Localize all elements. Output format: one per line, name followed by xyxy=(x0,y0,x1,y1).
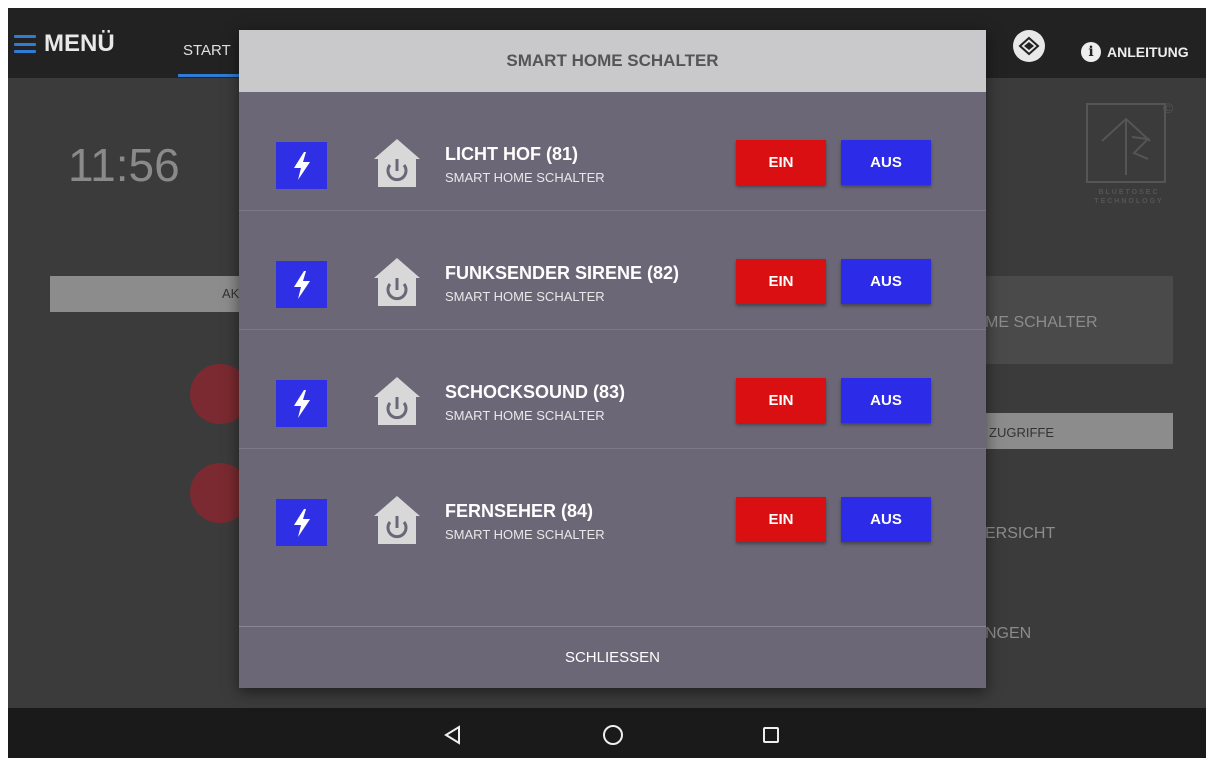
bg-section-bar: AK xyxy=(50,276,250,312)
off-button[interactable]: AUS xyxy=(841,497,931,542)
logo-line1: BLUETOSEC xyxy=(1098,189,1160,196)
off-button[interactable]: AUS xyxy=(841,140,931,185)
tab-active-indicator xyxy=(178,74,248,77)
logo-line2: TECHNOLOGY xyxy=(1094,198,1164,205)
smart-home-dialog: SMART HOME SCHALTER LICHT HOF (81) SMART … xyxy=(239,30,986,688)
logo-brand: BLUETOSEC TECHNOLOGY xyxy=(1083,188,1175,206)
off-button[interactable]: AUS xyxy=(841,378,931,423)
bg-access-label: ZUGRIFFE xyxy=(989,425,1054,440)
switch-subtitle: SMART HOME SCHALTER xyxy=(445,170,605,185)
lightning-bolt-icon xyxy=(276,261,327,308)
house-power-icon xyxy=(372,256,422,308)
house-power-icon xyxy=(372,137,422,189)
switch-title: LICHT HOF (81) xyxy=(445,144,578,164)
recents-square-icon[interactable] xyxy=(756,720,786,750)
bg-section-label: AK xyxy=(222,286,240,301)
bg-smart-home-panel[interactable]: ME SCHALTER xyxy=(983,276,1173,364)
menu-label: MENÜ xyxy=(44,30,115,57)
switch-title: FUNKSENDER SIRENE (82) xyxy=(445,263,680,283)
switch-row: SCHOCKSOUND (83) SMART HOME SCHALTER EIN AU… xyxy=(239,330,986,449)
on-button[interactable]: EIN xyxy=(736,140,826,185)
on-button[interactable]: EIN xyxy=(736,259,826,304)
switch-row: FUNKSENDER SIRENE (82) SMART HOME SCHALTE… xyxy=(239,211,986,330)
layers-icon[interactable] xyxy=(1013,30,1045,62)
dialog-title: SMART HOME SCHALTER xyxy=(239,30,986,92)
tab-start[interactable]: START xyxy=(183,42,231,59)
app-screen: MENÜ START i ANLEITUNG 11:56 AK ME SCHAL… xyxy=(8,8,1206,758)
info-icon: i xyxy=(1081,42,1101,62)
menu-button[interactable]: MENÜ xyxy=(14,30,115,58)
bg-panel-label: ME SCHALTER xyxy=(985,314,1098,331)
house-power-icon xyxy=(372,494,422,546)
system-nav-bar xyxy=(8,708,1206,758)
lightning-bolt-icon xyxy=(276,499,327,546)
switch-row: LICHT HOF (81) SMART HOME SCHALTER EIN AUS xyxy=(239,92,986,211)
logo-mark xyxy=(1086,103,1166,183)
on-button[interactable]: EIN xyxy=(736,378,826,423)
switch-subtitle: SMART HOME SCHALTER xyxy=(445,289,605,304)
company-logo: © BLUETOSEC TECHNOLOGY xyxy=(1083,100,1175,210)
switch-subtitle: SMART HOME SCHALTER xyxy=(445,527,605,542)
logo-copyright: © xyxy=(1163,100,1174,116)
house-power-icon xyxy=(372,375,422,427)
lightning-bolt-icon xyxy=(276,380,327,427)
help-label: ANLEITUNG xyxy=(1107,44,1189,60)
switch-title: FERNSEHER (84) xyxy=(445,501,594,521)
help-button[interactable]: i ANLEITUNG xyxy=(1081,42,1189,62)
on-button[interactable]: EIN xyxy=(736,497,826,542)
clock: 11:56 xyxy=(68,139,180,191)
bg-overview-label[interactable]: ERSICHT xyxy=(985,525,1055,543)
home-circle-icon[interactable] xyxy=(598,720,628,750)
bg-access-bar: ZUGRIFFE xyxy=(983,413,1173,449)
off-button[interactable]: AUS xyxy=(841,259,931,304)
back-triangle-icon[interactable] xyxy=(438,720,468,750)
hamburger-icon xyxy=(14,35,36,53)
bg-settings-label[interactable]: NGEN xyxy=(985,625,1031,643)
close-button[interactable]: SCHLIESSEN xyxy=(239,627,986,688)
switch-subtitle: SMART HOME SCHALTER xyxy=(445,408,605,423)
lightning-bolt-icon xyxy=(276,142,327,189)
switch-title: SCHOCKSOUND (83) xyxy=(445,382,626,402)
switch-row: FERNSEHER (84) SMART HOME SCHALTER EIN AUS xyxy=(239,449,986,568)
